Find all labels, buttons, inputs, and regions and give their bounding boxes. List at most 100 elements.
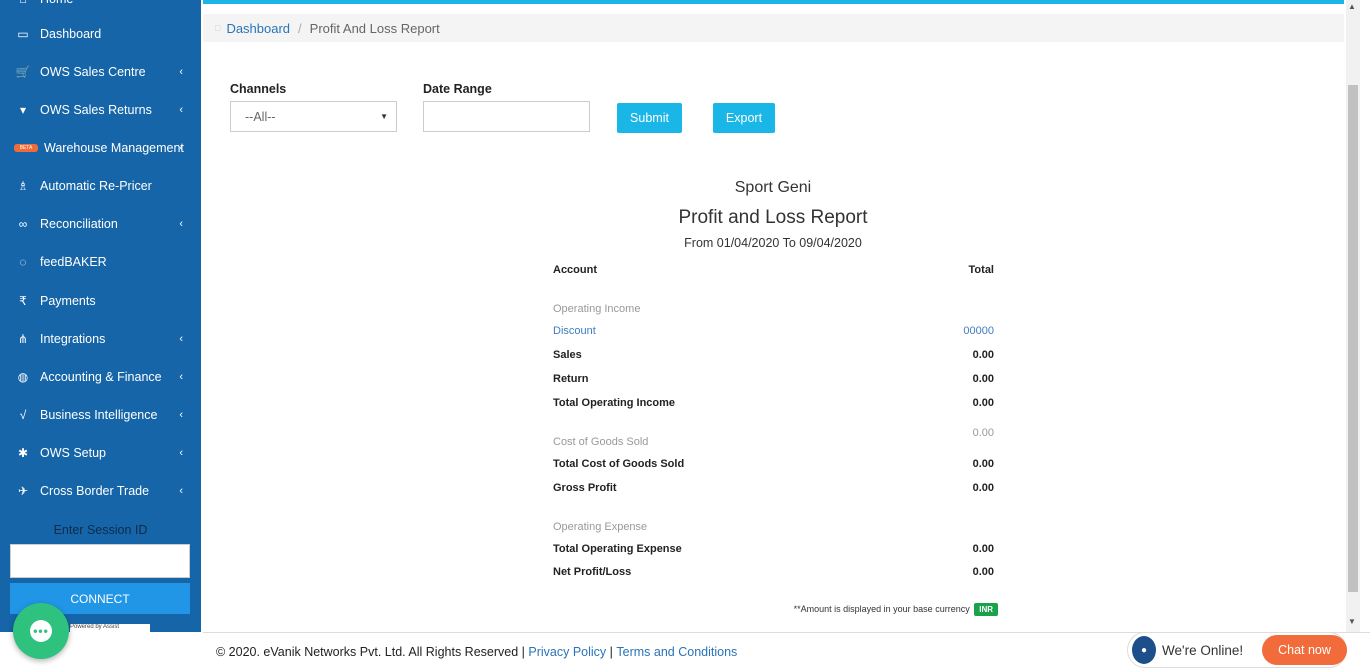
- sidebar-item-label: feedBAKER: [40, 255, 107, 269]
- report-row-label: Return: [553, 373, 589, 385]
- footnote-text: **Amount is displayed in your base curre…: [793, 604, 970, 614]
- report-row: Operating Expense: [553, 521, 994, 537]
- sidebar: ⌂ Home ▭ Dashboard 🛒 OWS Sales Centre ‹ ▾ OWS Sa…: [0, 0, 201, 632]
- sidebar-item[interactable]: 🛒 OWS Sales Centre ‹: [0, 53, 201, 91]
- chevron-left-icon: ‹: [179, 485, 183, 497]
- chevron-left-icon: ‹: [179, 333, 183, 345]
- report-row-value: 0.00: [972, 566, 994, 578]
- privacy-policy-link[interactable]: Privacy Policy: [528, 645, 606, 659]
- report-row-value: 0.00: [972, 482, 994, 494]
- sidebar-item[interactable]: ∞ Reconciliation ‹: [0, 205, 201, 243]
- report-row: Total Cost of Goods Sold 0.00: [553, 458, 994, 474]
- sidebar-item-label: Business Intelligence: [40, 408, 158, 422]
- chevron-left-icon: ‹: [179, 104, 183, 116]
- report-row-label: Operating Expense: [553, 521, 648, 533]
- report-row: Gross Profit 0.00: [553, 482, 994, 498]
- sidebar-item[interactable]: √ Business Intelligence ‹: [0, 396, 201, 434]
- report-row-value: 0.00: [972, 397, 994, 409]
- currency-footnote: **Amount is displayed in your base curre…: [553, 603, 998, 616]
- scrollbar-thumb[interactable]: [1348, 85, 1358, 592]
- session-id-label: Enter Session ID: [53, 523, 148, 537]
- copyright-text: © 2020. eVanik Networks Pvt. Ltd. All Ri…: [216, 644, 525, 659]
- glasses-icon: ∞: [18, 217, 28, 231]
- report-row-label: Total Cost of Goods Sold: [553, 458, 685, 470]
- channels-label: Channels: [230, 82, 287, 96]
- breadcrumb-current: Profit And Loss Report: [309, 20, 440, 36]
- account-column-header: Account: [553, 264, 597, 276]
- chevron-left-icon: ‹: [179, 447, 183, 459]
- chevron-left-icon: ‹: [179, 409, 183, 421]
- report-row-label: Total Operating Income: [553, 397, 676, 409]
- repricer-icon: ♗: [17, 179, 29, 193]
- sidebar-item-label: Integrations: [40, 332, 106, 346]
- sidebar-item[interactable]: ✈ Cross Border Trade ‹: [0, 472, 201, 510]
- report-row: Operating Income: [553, 303, 994, 319]
- chevron-left-icon: ‹: [179, 371, 183, 383]
- sidebar-item[interactable]: ♗ Automatic Re-Pricer: [0, 167, 201, 205]
- sidebar-item[interactable]: BETA Warehouse Management ‹: [0, 129, 201, 167]
- report-row-value: 0.00: [972, 543, 994, 555]
- date-range-input[interactable]: [423, 101, 590, 132]
- online-status-text: We're Online!: [1162, 642, 1244, 658]
- export-button[interactable]: Export: [713, 103, 775, 133]
- powered-by-logo: Powered by Assist: [70, 624, 150, 632]
- sidebar-item[interactable]: ₹ Payments: [0, 282, 201, 320]
- company-name: Sport Geni: [734, 179, 812, 196]
- dropdown-arrow-icon: ▼: [380, 112, 388, 121]
- report-row-value: 0.00: [972, 349, 994, 361]
- channels-selected-value: --All--: [245, 109, 276, 124]
- report-row: Cost of Goods Sold: [553, 436, 994, 452]
- gear-icon: ✱: [17, 446, 29, 460]
- sidebar-item[interactable]: ◌ feedBAKER: [0, 243, 201, 281]
- sidebar-item-label: Automatic Re-Pricer: [40, 179, 152, 193]
- breadcrumb-separator: /: [298, 20, 302, 36]
- sidebar-item-label: OWS Setup: [40, 446, 106, 460]
- report-row-label: Operating Income: [553, 303, 641, 315]
- sidebar-item[interactable]: ✱ OWS Setup ‹: [0, 434, 201, 472]
- cart-icon: 🛒: [15, 65, 31, 79]
- sidebar-item-label: OWS Sales Centre: [40, 65, 146, 79]
- submit-button[interactable]: Submit: [617, 103, 682, 133]
- scroll-down-arrow-icon[interactable]: ▼: [1348, 617, 1356, 626]
- chevron-left-icon: ‹: [179, 66, 183, 78]
- channels-select[interactable]: --All-- ▼: [230, 101, 397, 132]
- sidebar-item[interactable]: ◍ Accounting & Finance ‹: [0, 358, 201, 396]
- report-row-value: 0.00: [972, 373, 994, 385]
- sidebar-item-label: Home: [40, 0, 73, 6]
- report-row-label: Net Profit/Loss: [553, 566, 632, 578]
- beta-badge: BETA: [14, 144, 38, 152]
- sidebar-item-label: Reconciliation: [40, 217, 118, 231]
- breadcrumb-dashboard-link[interactable]: Dashboard: [226, 21, 290, 36]
- report-row: Total Operating Expense 0.00: [553, 543, 994, 559]
- sitemap-icon: ⋔: [17, 332, 29, 346]
- report-row-label: Cost of Goods Sold: [553, 436, 649, 448]
- report-header-row: Account Total: [553, 264, 994, 280]
- terms-link[interactable]: Terms and Conditions: [616, 645, 737, 659]
- scroll-up-arrow-icon[interactable]: ▲: [1348, 2, 1356, 11]
- report-row[interactable]: Discount 00000: [553, 325, 994, 341]
- breadcrumb: □ Dashboard / Profit And Loss Report: [203, 14, 1344, 42]
- top-accent-bar: [203, 0, 1344, 4]
- chat-now-button[interactable]: Chat now: [1262, 635, 1347, 665]
- session-id-input[interactable]: [10, 544, 190, 578]
- report-row: Total Operating Income 0.00: [553, 397, 994, 413]
- report-row-value: 0.00: [972, 458, 994, 470]
- report-row: Return 0.00: [553, 373, 994, 389]
- chat-launcher-button[interactable]: •••: [13, 603, 69, 659]
- sidebar-item[interactable]: ⋔ Integrations ‹: [0, 320, 201, 358]
- currency-badge: INR: [974, 603, 998, 616]
- chat-dots-icon: •••: [30, 620, 52, 642]
- report-row-value: 00000: [963, 325, 994, 337]
- report-date-range: From 01/04/2020 To 09/04/2020: [684, 236, 862, 250]
- report-row-label: Total Operating Expense: [553, 543, 682, 555]
- chevron-left-icon: ‹: [179, 218, 183, 230]
- rupee-icon: ₹: [19, 294, 27, 308]
- sidebar-item-label: OWS Sales Returns: [40, 103, 152, 117]
- chat-bubbles-icon: ◌: [19, 255, 27, 269]
- sidebar-item-label: Accounting & Finance: [40, 370, 162, 384]
- total-column-header: Total: [968, 264, 994, 276]
- dashboard-icon: ▭: [17, 27, 29, 41]
- chart-icon: √: [19, 408, 27, 422]
- sidebar-item[interactable]: ▾ OWS Sales Returns ‹: [0, 91, 201, 129]
- sidebar-item[interactable]: ▭ Dashboard: [0, 15, 201, 53]
